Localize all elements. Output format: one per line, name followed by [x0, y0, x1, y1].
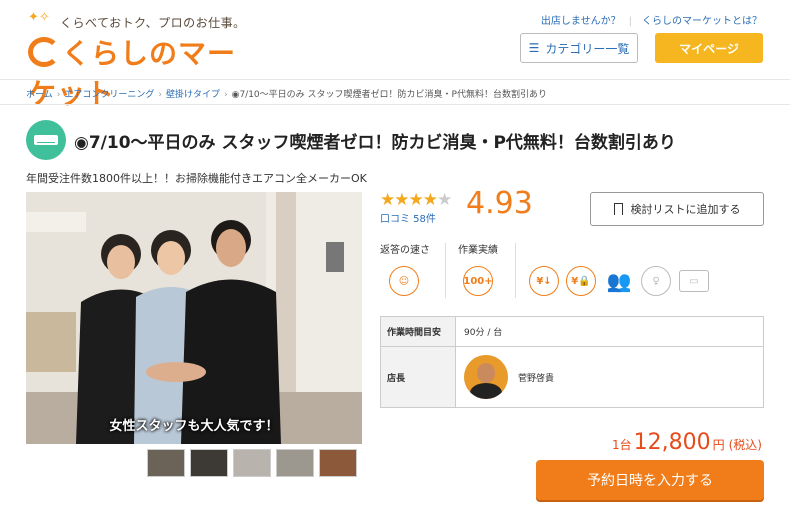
reserve-button[interactable]: 予約日時を入力する: [536, 460, 764, 500]
price-tax: (税込): [728, 438, 762, 452]
breadcrumb-home[interactable]: ホーム: [26, 90, 53, 100]
aircon-category-icon: [26, 120, 66, 160]
female-staff-icon: ♀: [641, 266, 671, 296]
staff-photo-illustration: [26, 192, 362, 444]
breadcrumb-separator: ›: [158, 90, 162, 100]
details-label: 店長: [381, 347, 456, 407]
details-label: 作業時間目安: [381, 317, 456, 346]
photo-thumbnails: [147, 449, 357, 477]
stars-icon: ★★★★★: [380, 190, 452, 210]
price-lock-icon: ¥🔒: [566, 266, 596, 296]
stars-empty: ★: [436, 190, 452, 210]
bookmark-icon: [613, 203, 623, 215]
breadcrumb-separator: ›: [223, 90, 228, 100]
thumbnail[interactable]: [147, 449, 185, 477]
star-rating: ★★★★★: [380, 190, 452, 210]
reviews-link[interactable]: 口コミ 58件: [380, 210, 436, 225]
site-logo[interactable]: ✦✧ くらべておトク、プロのお仕事。 くらしのマーケット: [28, 10, 258, 110]
price-currency: 円: [712, 438, 725, 452]
logo-mark-icon: [28, 37, 60, 67]
record-badge-value: 100+: [463, 275, 493, 287]
smile-icon: ☺: [389, 266, 419, 296]
details-table: 作業時間目安 90分 / 台 店長 菅野啓貴: [380, 316, 764, 408]
price: 1台12,800 円 (税込): [612, 430, 762, 455]
breadcrumb: ホーム › エアコンクリーニング › 壁掛けタイプ › ◉7/10～平日のみ スタッフ喫煙者…: [26, 87, 547, 100]
stars-filled: ★★★★: [380, 190, 438, 210]
manager-avatar: [464, 355, 508, 399]
site-header: ✦✧ くらべておトク、プロのお仕事。 くらしのマーケット 出店しませんか？ | くら…: [0, 0, 790, 110]
link-divider: |: [628, 16, 632, 27]
photo-caption: 女性スタッフも大人気です！: [109, 419, 279, 434]
rating-score: 4.93: [466, 186, 533, 221]
sparkle-icon: ✦✧: [28, 10, 50, 25]
open-shop-link[interactable]: 出店しませんか？: [541, 16, 621, 27]
list-icon: ☰: [528, 41, 540, 55]
details-value: 90分 / 台: [464, 328, 503, 338]
thumbnail[interactable]: [276, 449, 314, 477]
add-to-watchlist-label: 検討リストに追加する: [630, 203, 741, 216]
thumbnail[interactable]: [319, 449, 357, 477]
price-unit: 1台: [611, 438, 632, 452]
breadcrumb-separator: ›: [56, 90, 61, 100]
manager-name: 菅野啓貴: [518, 373, 555, 384]
breadcrumb-current: ◉7/10～平日のみ スタッフ喫煙者ゼロ！防カビ消臭・P代無料！台数割引あり: [231, 90, 547, 100]
work-record-label: 作業実績: [458, 245, 498, 256]
listing-subtitle: 年間受注件数1800件以上！！お掃除機能付きエアコン全メーカーOK: [26, 172, 367, 185]
category-list-label: カテゴリー一覧: [545, 41, 630, 56]
badge-divider: [445, 243, 446, 298]
mypage-button[interactable]: マイページ: [655, 33, 763, 63]
details-value-cell: 菅野啓貴: [456, 347, 763, 407]
aircon-icon: [34, 135, 58, 145]
record-badge-icon: 100+: [463, 266, 493, 296]
thumbnail[interactable]: [233, 449, 271, 477]
header-links: 出店しませんか？ | くらしのマーケットとは？: [531, 12, 762, 27]
logo-wordmark: くらしのマーケット: [28, 32, 258, 112]
about-link[interactable]: くらしのマーケットとは？: [642, 16, 762, 27]
breadcrumb-wall-type[interactable]: 壁掛けタイプ: [166, 90, 220, 100]
main-photo[interactable]: 女性スタッフも大人気です！: [26, 192, 362, 444]
price-down-icon: ¥↓: [529, 266, 559, 296]
group-staff-icon: 👥: [606, 269, 632, 293]
thumbnail[interactable]: [190, 449, 228, 477]
logo-tagline: くらべておトク、プロのお仕事。: [60, 16, 246, 30]
add-to-watchlist-button[interactable]: 検討リストに追加する: [590, 192, 764, 226]
category-list-button[interactable]: ☰ カテゴリー一覧: [520, 33, 638, 63]
details-row-time: 作業時間目安 90分 / 台: [381, 317, 763, 347]
divider: [0, 104, 790, 105]
badge-divider: [515, 243, 516, 298]
response-speed-label: 返答の速さ: [380, 245, 430, 256]
details-row-manager: 店長 菅野啓貴: [381, 347, 763, 407]
breadcrumb-aircon[interactable]: エアコンクリーニング: [64, 90, 154, 100]
listing-title: ◉7/10～平日のみ スタッフ喫煙者ゼロ！防カビ消臭・P代無料！台数割引あり: [74, 133, 676, 153]
credit-card-icon: ▭: [679, 270, 709, 292]
price-amount: 12,800: [633, 430, 711, 455]
